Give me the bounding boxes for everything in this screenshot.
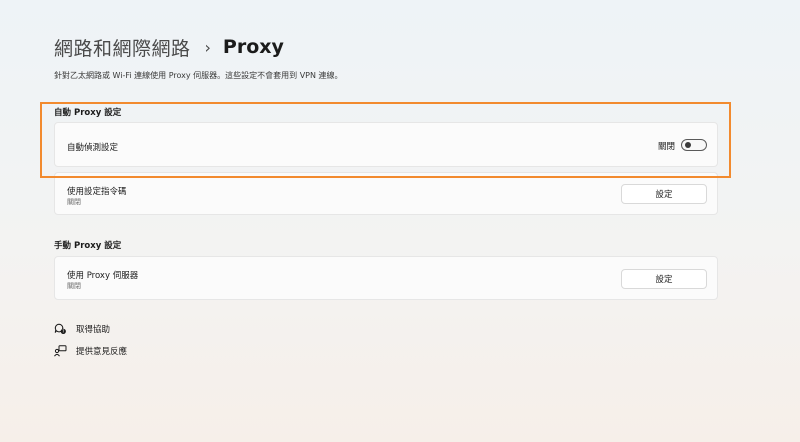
proxy-server-status: 關閉 [67, 282, 81, 290]
proxy-server-setup-button[interactable]: 設定 [621, 269, 707, 289]
setup-script-status: 關閉 [67, 198, 81, 206]
setup-script-button[interactable]: 設定 [621, 184, 707, 204]
setup-script-card: 使用設定指令碼 關閉 設定 [54, 172, 718, 215]
page-title: Proxy [222, 36, 284, 58]
auto-detect-toggle-state: 關閉 [657, 142, 675, 152]
auto-proxy-section-title: 自動 Proxy 設定 [54, 108, 122, 118]
proxy-server-label: 使用 Proxy 伺服器 [67, 271, 139, 281]
page-description: 針對乙太網路或 Wi-Fi 連線使用 Proxy 伺服器。這些設定不會套用到 V… [54, 71, 343, 80]
give-feedback-link[interactable]: 提供意見反應 [54, 345, 127, 357]
give-feedback-label: 提供意見反應 [76, 347, 128, 357]
proxy-server-card: 使用 Proxy 伺服器 關閉 設定 [54, 256, 718, 300]
feedback-icon [54, 345, 67, 357]
setup-script-label: 使用設定指令碼 [67, 187, 127, 197]
toggle-knob [685, 142, 691, 148]
breadcrumb: 網路和網際網路 › Proxy [54, 33, 284, 61]
svg-text:?: ? [62, 329, 64, 334]
breadcrumb-parent[interactable]: 網路和網際網路 [54, 34, 191, 61]
get-help-link[interactable]: ? 取得協助 [54, 323, 110, 335]
manual-proxy-section-title: 手動 Proxy 設定 [54, 241, 122, 251]
auto-detect-settings-card: 自動偵測設定 關閉 [54, 122, 718, 167]
help-chat-icon: ? [54, 323, 66, 334]
auto-detect-toggle[interactable] [681, 139, 707, 151]
breadcrumb-separator-icon: › [204, 37, 211, 57]
auto-detect-settings-label: 自動偵測設定 [67, 143, 119, 153]
get-help-label: 取得協助 [76, 325, 111, 335]
